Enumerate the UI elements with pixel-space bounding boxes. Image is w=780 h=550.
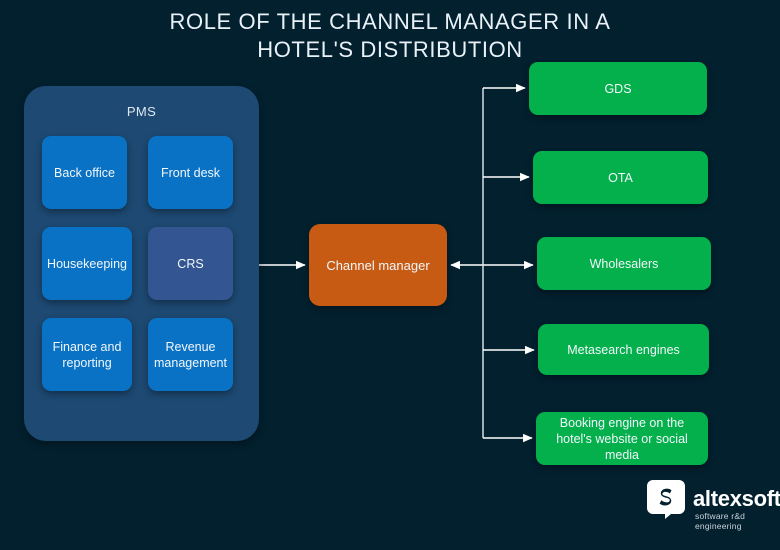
pms-tile-front-desk[interactable]: Front desk xyxy=(148,136,233,209)
pms-tile-label: Revenue management xyxy=(154,339,227,370)
channel-node-ota[interactable]: OTA xyxy=(533,151,708,204)
pms-tile-housekeeping[interactable]: Housekeeping xyxy=(42,227,132,300)
diagram-canvas: ROLE OF THE CHANNEL MANAGER IN A HOTEL'S… xyxy=(0,0,780,550)
pms-tile-label: Finance and reporting xyxy=(52,339,122,370)
altexsoft-logo-wordmark: altexsoft xyxy=(693,486,780,511)
channel-node-label: GDS xyxy=(604,81,632,96)
channel-node-booking-engine[interactable]: Booking engine on the hotel's website or… xyxy=(536,412,708,465)
altexsoft-logo-icon xyxy=(647,480,685,519)
channel-node-label: OTA xyxy=(608,170,633,185)
channel-node-gds[interactable]: GDS xyxy=(529,62,707,115)
pms-tile-revenue-management[interactable]: Revenue management xyxy=(148,318,233,391)
pms-panel: PMS Back office Front desk Housekeeping … xyxy=(24,86,259,441)
pms-tile-label: CRS xyxy=(177,256,204,271)
channel-node-metasearch-engines[interactable]: Metasearch engines xyxy=(538,324,709,375)
pms-panel-label: PMS xyxy=(126,104,157,119)
altexsoft-logo: altexsoft software r&d engineering xyxy=(645,478,780,533)
pms-tile-label: Front desk xyxy=(160,165,221,180)
channel-manager-node[interactable]: Channel manager xyxy=(309,224,447,306)
altexsoft-logo-tagline: software r&d engineering xyxy=(695,511,746,531)
channel-node-label: Booking engine on the hotel's website or… xyxy=(556,415,688,462)
channel-node-label: Wholesalers xyxy=(589,256,659,271)
pms-tile-crs[interactable]: CRS xyxy=(148,227,233,300)
channel-manager-label: Channel manager xyxy=(326,257,430,273)
pms-tile-label: Housekeeping xyxy=(47,256,127,271)
pms-tile-back-office[interactable]: Back office xyxy=(42,136,127,209)
channel-node-wholesalers[interactable]: Wholesalers xyxy=(537,237,711,290)
pms-tile-label: Back office xyxy=(54,165,115,180)
channel-node-label: Metasearch engines xyxy=(567,342,680,357)
pms-tile-finance-and-reporting[interactable]: Finance and reporting xyxy=(42,318,132,391)
page-title: ROLE OF THE CHANNEL MANAGER IN A HOTEL'S… xyxy=(169,9,611,62)
